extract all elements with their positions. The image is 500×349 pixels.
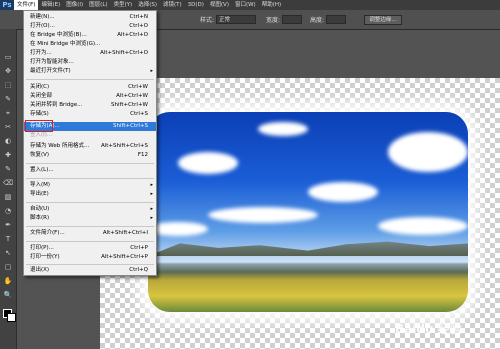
menu-item-close-go-bridge[interactable]: 关闭并转到 Bridge... Shift+Ctrl+W	[24, 101, 156, 110]
menu-item-file-info[interactable]: 文件简介(F)... Alt+Shift+Ctrl+I	[24, 229, 156, 238]
menu-layer[interactable]: 图层(L)	[86, 0, 110, 10]
menu-filter[interactable]: 滤镜(T)	[160, 0, 185, 10]
menu-separator	[26, 241, 154, 242]
menu-view[interactable]: 视图(V)	[207, 0, 232, 10]
menu-item-scripts[interactable]: 脚本(R) ▸	[24, 214, 156, 223]
refine-edge-button[interactable]: 调整边缘...	[364, 15, 402, 25]
style-label: 样式:	[200, 17, 215, 24]
width-field[interactable]	[282, 15, 302, 24]
cloud	[258, 122, 308, 136]
menu-item-check-in: 签入(I)...	[30, 132, 53, 138]
menu-item-print[interactable]: 打印(P)... Ctrl+P	[24, 244, 156, 253]
landscape-photo[interactable]	[148, 112, 468, 312]
baidu-watermark: Baidu 经验	[395, 322, 462, 336]
cloud	[388, 132, 468, 172]
menu-bar: Ps 文件(F) 编辑(E) 图像(I) 图层(L) 类型(Y) 选择(S) 滤…	[0, 0, 500, 10]
healing-tool-icon[interactable]: ◐	[3, 137, 13, 145]
menu-separator	[26, 178, 154, 179]
menu-item-close[interactable]: 关闭(C) Ctrl+W	[24, 83, 156, 92]
gradient-tool-icon[interactable]: ▨	[3, 193, 13, 201]
cloud	[308, 182, 378, 202]
crop-tool-icon[interactable]: ⌖	[3, 109, 13, 117]
menu-separator	[26, 79, 154, 80]
photoshop-logo: Ps	[0, 0, 14, 10]
menu-item-browse-mini-bridge[interactable]: 在 Mini Bridge 中浏览(G)...	[24, 40, 156, 49]
menu-item-browse-bridge[interactable]: 在 Bridge 中浏览(B)... Alt+Ctrl+O	[24, 31, 156, 40]
menu-item-open-smart-object[interactable]: 打开为智能对象...	[24, 58, 156, 67]
path-select-tool-icon[interactable]: ↖	[3, 249, 13, 257]
menu-separator	[26, 226, 154, 227]
mountains	[148, 241, 468, 256]
submenu-arrow-icon: ▸	[150, 182, 153, 188]
menu-item-recent-files[interactable]: 最近打开文件(T) ▸	[24, 67, 156, 76]
shape-tool-icon[interactable]: ▢	[3, 263, 13, 271]
menu-item-import[interactable]: 导入(M) ▸	[24, 181, 156, 190]
menu-separator	[26, 163, 154, 164]
brush-tool-icon[interactable]: ✎	[3, 165, 13, 173]
tools-panel: ▭ ✥ ⬚ ✎ ⌖ ✂ ◐ ✚ ✎ ⌫ ▨ ◔ ✒ T ↖ ▢ ✋ 🔍	[0, 29, 17, 349]
style-select[interactable]: 正常	[216, 15, 256, 24]
submenu-arrow-icon: ▸	[150, 68, 153, 74]
cloud	[148, 222, 208, 236]
menu-type[interactable]: 类型(Y)	[111, 0, 136, 10]
menu-item-export[interactable]: 导出(E) ▸	[24, 190, 156, 199]
menu-window[interactable]: 窗口(W)	[232, 0, 259, 10]
quick-select-tool-icon[interactable]: ✎	[3, 95, 13, 103]
menu-item-print-one-copy[interactable]: 打印一份(Y) Alt+Shift+Ctrl+P	[24, 253, 156, 262]
cloud	[178, 152, 238, 174]
cloud	[378, 217, 468, 235]
height-field[interactable]	[326, 15, 346, 24]
height-label: 高度:	[310, 17, 325, 24]
cloud	[208, 207, 318, 223]
clone-stamp-tool-icon[interactable]: ✚	[3, 151, 13, 159]
move-tool-icon[interactable]: ✥	[3, 67, 13, 75]
menu-3d[interactable]: 3D(D)	[185, 0, 207, 10]
lasso-tool-icon[interactable]: ⬚	[3, 81, 13, 89]
menu-help[interactable]: 帮助(H)	[259, 0, 284, 10]
menu-image[interactable]: 图像(I)	[63, 0, 86, 10]
eraser-tool-icon[interactable]: ⌫	[3, 179, 13, 187]
menu-item-open[interactable]: 打开(O)... Ctrl+O	[24, 22, 156, 31]
type-tool-icon[interactable]: T	[3, 235, 13, 243]
menu-item-new[interactable]: 新建(N)... Ctrl+N	[24, 13, 156, 22]
background-color-swatch[interactable]	[7, 313, 16, 322]
file-menu-dropdown: 新建(N)... Ctrl+N 打开(O)... Ctrl+O 在 Bridge 中…	[23, 10, 157, 276]
zoom-tool-icon[interactable]: 🔍	[3, 291, 13, 299]
menu-item-exit[interactable]: 退出(X) Ctrl+Q	[24, 266, 156, 275]
submenu-arrow-icon: ▸	[150, 215, 153, 221]
pen-tool-icon[interactable]: ✒	[3, 221, 13, 229]
highlight-annotation-box	[25, 120, 53, 132]
menu-item-save[interactable]: 存储(S) Ctrl+S	[24, 110, 156, 119]
menu-item-place[interactable]: 置入(L)...	[24, 166, 156, 175]
width-label: 宽度:	[266, 17, 281, 24]
menu-item-close-all[interactable]: 关闭全部 Alt+Ctrl+W	[24, 92, 156, 101]
dodge-tool-icon[interactable]: ◔	[3, 207, 13, 215]
marquee-tool-icon[interactable]: ▭	[3, 53, 13, 61]
submenu-arrow-icon: ▸	[150, 191, 153, 197]
submenu-arrow-icon: ▸	[150, 206, 153, 212]
menu-separator	[26, 264, 154, 265]
hand-tool-icon[interactable]: ✋	[3, 277, 13, 285]
menu-file[interactable]: 文件(F)	[14, 0, 39, 10]
menu-edit[interactable]: 编辑(E)	[38, 0, 63, 10]
menu-item-automate[interactable]: 自动(U) ▸	[24, 205, 156, 214]
menu-separator	[26, 202, 154, 203]
menu-item-open-as[interactable]: 打开为... Alt+Shift+Ctrl+O	[24, 49, 156, 58]
menu-item-revert[interactable]: 恢复(V) F12	[24, 151, 156, 160]
menu-item-save-for-web[interactable]: 存储为 Web 所用格式... Alt+Shift+Ctrl+S	[24, 142, 156, 151]
eyedropper-tool-icon[interactable]: ✂	[3, 123, 13, 131]
menu-select[interactable]: 选择(S)	[135, 0, 160, 10]
